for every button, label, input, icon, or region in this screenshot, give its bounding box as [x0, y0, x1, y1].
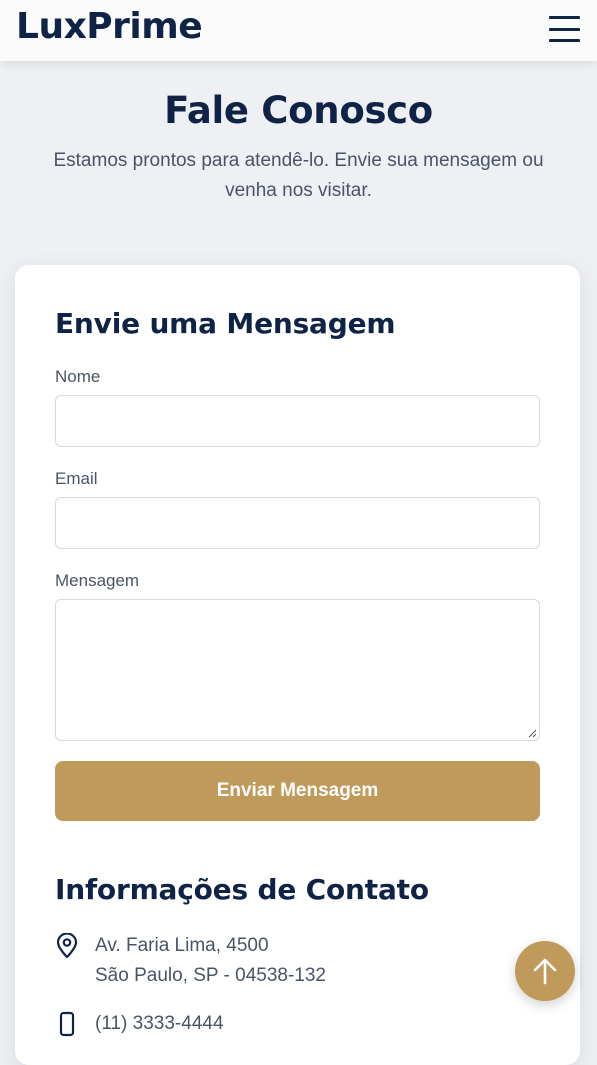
phone-text[interactable]: (11) 3333-4444	[95, 1009, 224, 1039]
form-title: Envie uma Mensagem	[55, 307, 396, 340]
map-pin-icon	[56, 933, 78, 959]
subtitle-line-2: venha nos visitar.	[225, 180, 372, 201]
menu-bar	[549, 39, 580, 42]
address-line-2: São Paulo, SP - 04538-132	[95, 965, 326, 986]
contact-card: Envie uma Mensagem Nome Email Mensagem E…	[15, 265, 580, 1065]
name-label: Nome	[55, 367, 101, 386]
address-text: Av. Faria Lima, 4500 São Paulo, SP - 045…	[95, 931, 326, 991]
site-header: LuxPrime	[0, 0, 597, 61]
scroll-to-top-button[interactable]	[515, 941, 575, 1001]
phone-icon	[59, 1011, 75, 1037]
address-line-1: Av. Faria Lima, 4500	[95, 935, 269, 956]
subtitle-line-1: Estamos prontos para atendê-lo. Envie su…	[53, 150, 544, 171]
resize-handle-icon[interactable]	[527, 728, 537, 738]
name-field[interactable]	[55, 395, 540, 447]
hamburger-menu-icon[interactable]	[549, 16, 580, 42]
phone-row: (11) 3333-4444	[55, 1009, 540, 1039]
logo[interactable]: LuxPrime	[16, 6, 203, 47]
menu-bar	[549, 16, 580, 19]
page-subtitle: Estamos prontos para atendê-lo. Envie su…	[20, 146, 577, 206]
address-row: Av. Faria Lima, 4500 São Paulo, SP - 045…	[55, 931, 540, 993]
message-wrapper	[55, 599, 540, 741]
page-title: Fale Conosco	[164, 89, 433, 132]
email-field[interactable]	[55, 497, 540, 549]
submit-button[interactable]: Enviar Mensagem	[55, 761, 540, 821]
message-label: Mensagem	[55, 571, 140, 590]
arrow-up-icon	[533, 958, 557, 985]
contact-info-title: Informações de Contato	[55, 873, 429, 906]
message-field[interactable]	[55, 599, 540, 741]
email-label: Email	[55, 469, 98, 488]
menu-bar	[549, 27, 580, 31]
